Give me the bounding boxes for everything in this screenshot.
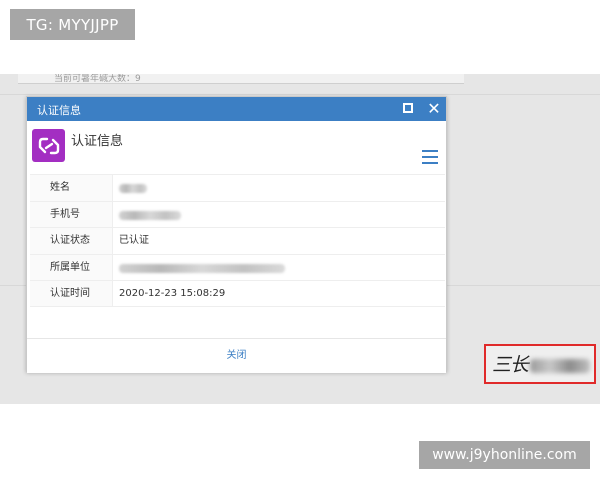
info-label: 所属单位 (30, 254, 113, 280)
close-button[interactable]: 关闭 (27, 339, 446, 373)
background-divider (0, 94, 600, 95)
maximize-icon[interactable] (403, 103, 415, 115)
dialog-titlebar: 认证信息 ✕ (27, 97, 446, 121)
list-menu-icon[interactable] (422, 150, 438, 164)
close-icon[interactable]: ✕ (427, 101, 441, 117)
auth-info-dialog: 认证信息 ✕ 认证信息 姓名 手机号 认证状态 已认证 所属单位 认证时间 20… (26, 96, 447, 373)
info-label: 姓名 (30, 175, 113, 201)
background-panel-text: 当前可暑年碱大数：9 (54, 74, 141, 84)
info-label: 手机号 (30, 201, 113, 227)
info-row-name: 姓名 (30, 174, 445, 201)
link-icon (32, 129, 65, 162)
redacted-value (119, 210, 181, 220)
dialog-title: 认证信息 (37, 104, 81, 117)
header-title: 认证信息 (71, 134, 124, 149)
redacted-signature (530, 359, 590, 373)
redacted-value (119, 263, 285, 273)
info-label: 认证时间 (30, 281, 113, 306)
background-panel: 当前可暑年碱大数：9 (18, 74, 464, 84)
signature-text: 三长 (492, 354, 529, 376)
signature-highlight: 三长 (484, 344, 596, 384)
url-watermark: www.j9yhonline.com (419, 441, 590, 469)
info-row-organization: 所属单位 (30, 253, 445, 280)
tg-watermark: TG: MYYJJPP (10, 9, 135, 40)
info-value: 已认证 (119, 235, 149, 246)
info-row-auth-time: 认证时间 2020-12-23 15:08:29 (30, 280, 445, 307)
screenshot-region: 当前可暑年碱大数：9 认证信息 ✕ 认证信息 姓名 手机号 认证状态 已认证 所… (0, 74, 600, 404)
info-value: 2020-12-23 15:08:29 (119, 288, 226, 299)
info-label: 认证状态 (30, 228, 113, 254)
redacted-value (119, 184, 147, 193)
info-row-status: 认证状态 已认证 (30, 227, 445, 254)
info-row-phone: 手机号 (30, 200, 445, 227)
info-table: 姓名 手机号 认证状态 已认证 所属单位 认证时间 2020-12-23 15:… (30, 174, 445, 307)
dialog-footer: 关闭 (27, 338, 446, 373)
